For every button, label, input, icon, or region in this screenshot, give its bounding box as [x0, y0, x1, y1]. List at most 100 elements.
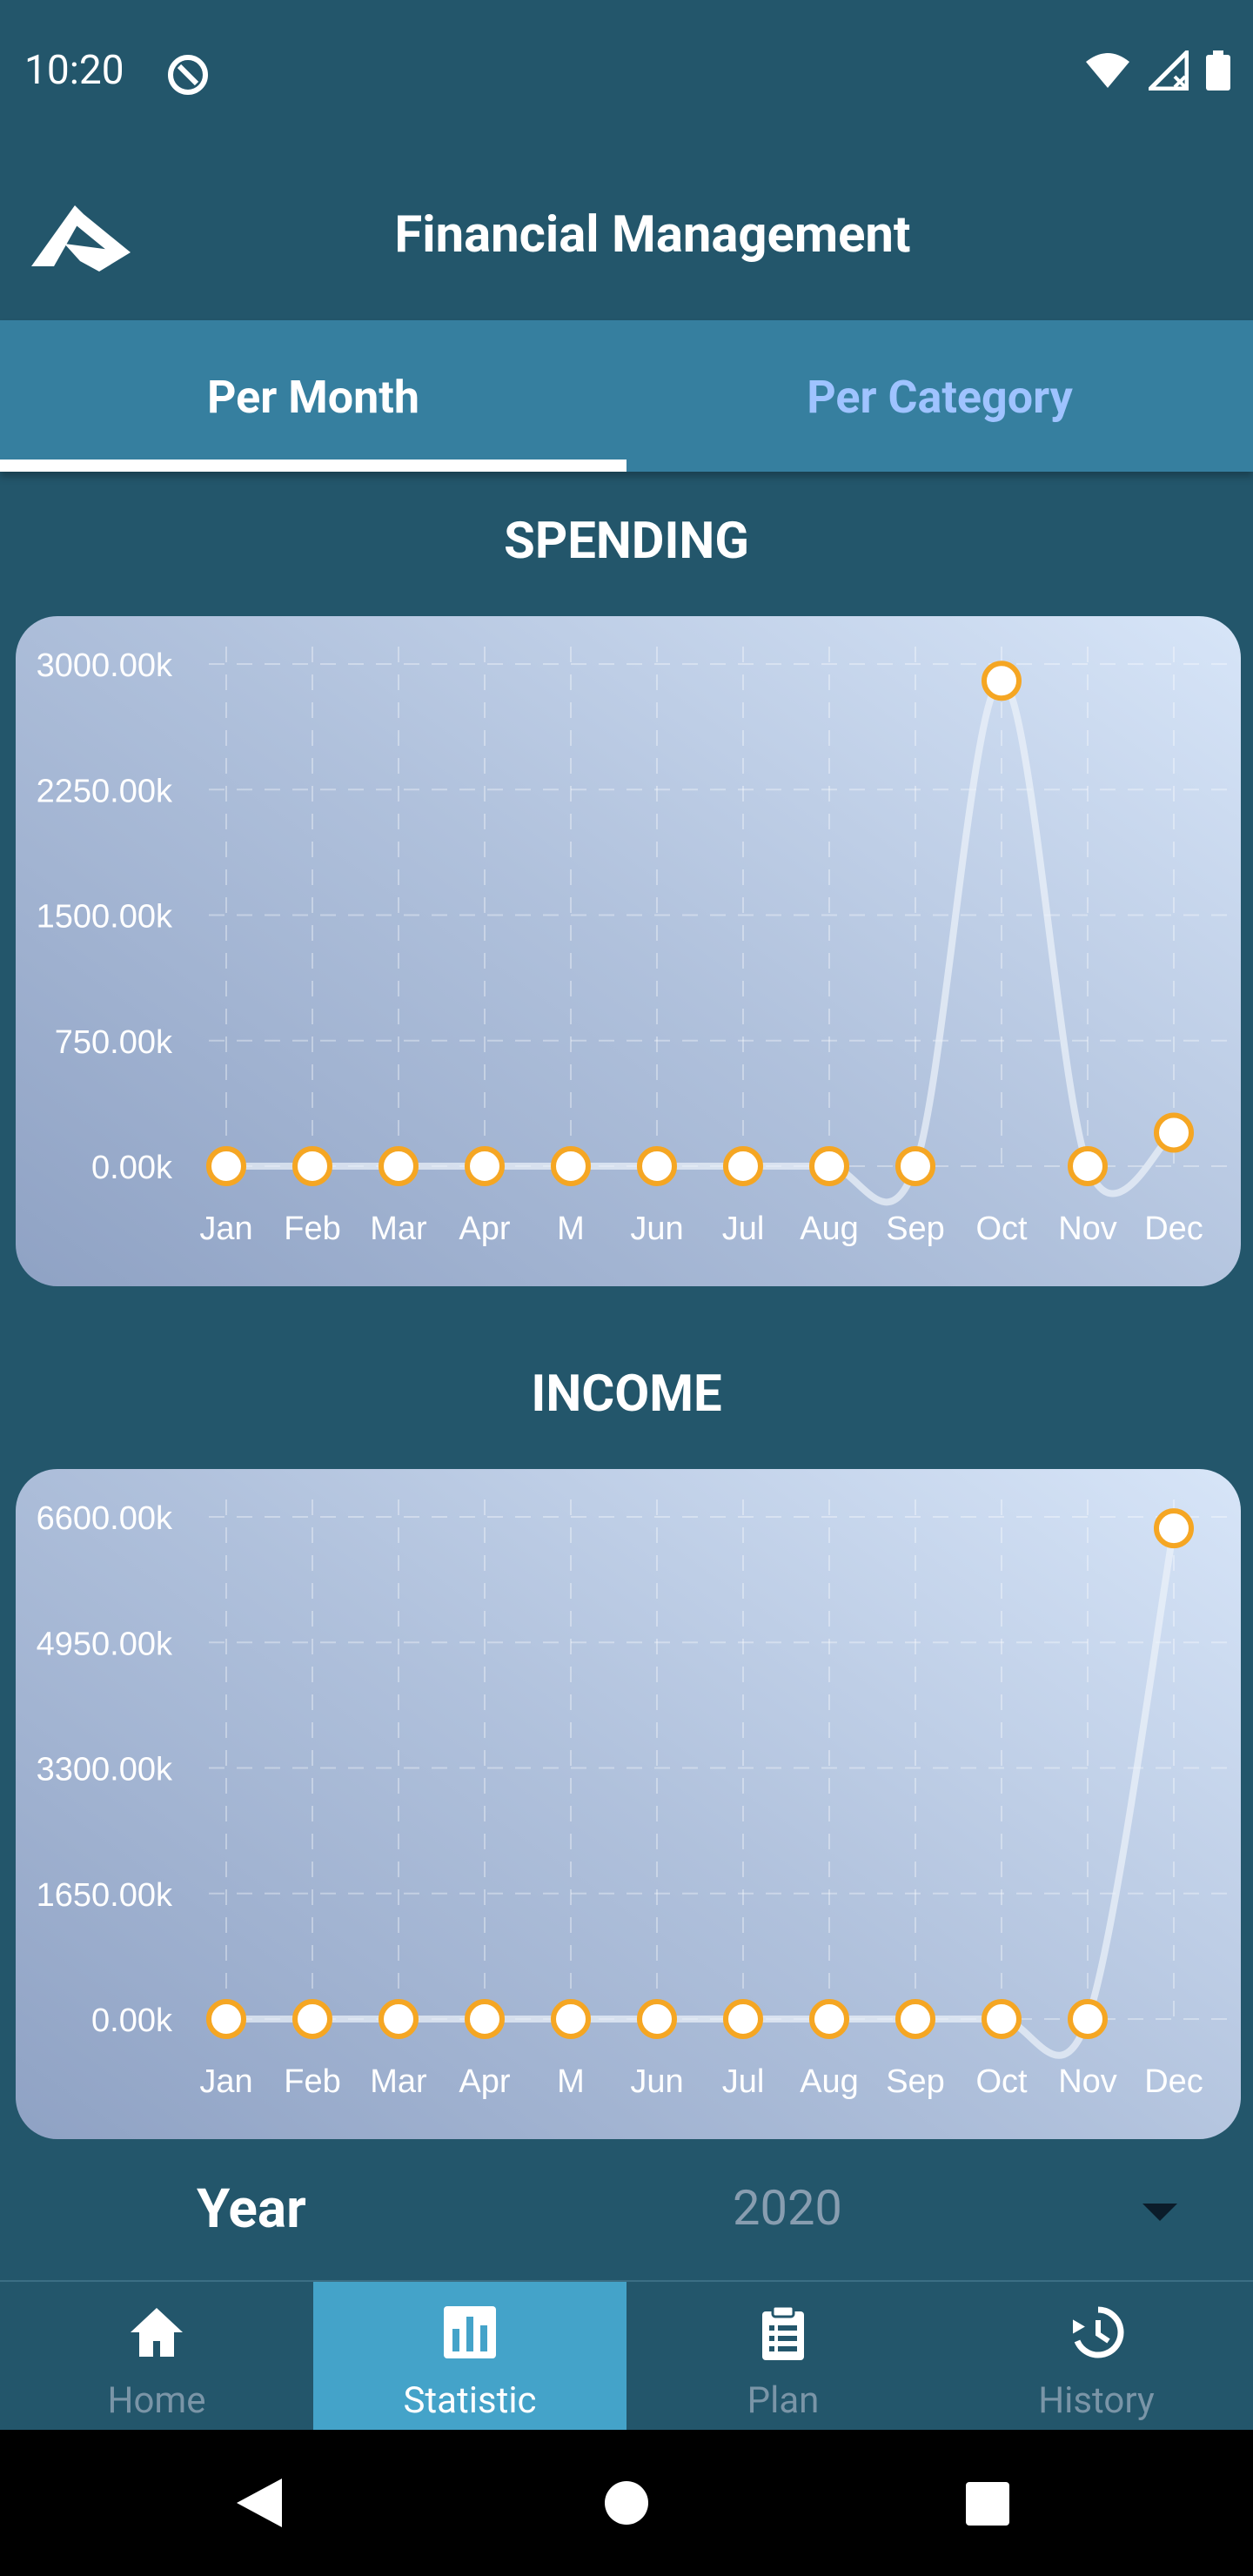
income-title: INCOME [531, 1365, 722, 1424]
nav-history-label: History [1038, 2379, 1155, 2422]
status-icons [1084, 50, 1230, 91]
spending-xtick-label: Jun [630, 1211, 683, 1247]
income-data-point[interactable] [1154, 1508, 1194, 1549]
income-series-line [225, 1527, 1177, 2059]
income-xtick-label: Oct [975, 2063, 1028, 2100]
income-xtick-label: Jul [722, 2063, 765, 2100]
nav-statistic[interactable]: Statistic [313, 2282, 626, 2432]
spending-data-point[interactable] [723, 1146, 763, 1186]
spending-xtick-label: Oct [975, 1211, 1028, 1247]
tab-indicator [0, 460, 626, 472]
spending-title: SPENDING [504, 512, 749, 571]
dropdown-arrow-icon[interactable] [1142, 2204, 1177, 2221]
spending-ytick-label: 750.00k [55, 1024, 173, 1061]
spending-data-point[interactable] [895, 1146, 935, 1186]
app-title: Financial Management [394, 205, 911, 265]
nav-home[interactable]: Home [0, 2282, 313, 2432]
spending-data-point[interactable] [292, 1146, 332, 1186]
spending-ytick-label: 3000.00k [37, 647, 173, 684]
income-data-point[interactable] [379, 1999, 419, 2039]
spending-xtick-label: Sep [886, 1211, 945, 1247]
income-data-point[interactable] [551, 1999, 591, 2039]
tab-per-month[interactable]: Per Month [0, 320, 626, 472]
sync-icon [168, 55, 208, 95]
income-data-point[interactable] [895, 1999, 935, 2039]
home-icon [131, 2308, 183, 2357]
income-data-point[interactable] [982, 1999, 1022, 2039]
clipboard-icon [762, 2304, 804, 2360]
income-xtick-label: M [557, 2063, 585, 2100]
wifi-icon [1086, 53, 1129, 88]
spending-ytick-label: 1500.00k [37, 899, 173, 936]
tab-per-category[interactable]: Per Category [626, 320, 1253, 472]
battery-icon [1206, 50, 1230, 91]
spending-xtick-label: Jul [722, 1211, 765, 1247]
spending-chart: 0.00k 750.00k 1500.00k 2250.00k 3000.00k Jan F… [37, 647, 1230, 1247]
income-data-point[interactable] [292, 1999, 332, 2039]
income-xtick-label: Feb [284, 2063, 340, 2100]
nav-plan-label: Plan [747, 2379, 820, 2422]
spending-data-point[interactable] [206, 1146, 246, 1186]
spending-data-point[interactable] [982, 661, 1022, 701]
income-data-point[interactable] [1068, 1999, 1108, 2039]
signal-icon [1149, 50, 1189, 91]
income-ytick-label: 3300.00k [37, 1752, 173, 1788]
income-ytick-label: 6600.00k [37, 1500, 173, 1537]
nav-plan[interactable]: Plan [626, 2282, 940, 2432]
spending-ytick-label: 0.00k [91, 1150, 173, 1186]
year-dropdown[interactable]: 2020 [733, 2179, 842, 2237]
spending-xtick-label: Mar [370, 1211, 427, 1247]
system-navigation-bar [0, 2430, 1253, 2576]
spending-xtick-label: Dec [1144, 1211, 1203, 1247]
spending-xtick-label: M [557, 1211, 585, 1247]
income-ytick-label: 0.00k [91, 2002, 173, 2039]
income-chart: 0.00k 1650.00k 3300.00k 4950.00k 6600.00k Jan… [37, 1499, 1230, 2100]
status-time: 10:20 [24, 47, 124, 94]
recents-icon[interactable] [964, 2480, 1011, 2527]
income-xtick-label: Nov [1058, 2063, 1117, 2100]
spending-grid [209, 647, 1230, 1175]
home-circle-icon[interactable] [602, 2479, 651, 2527]
income-data-point[interactable] [206, 1999, 246, 2039]
income-xtick-label: Jun [630, 2063, 683, 2100]
bottom-nav: Home Statistic Plan History [0, 2280, 1253, 2432]
spending-series-line [225, 677, 1176, 1206]
year-label: Year [197, 2177, 306, 2241]
spending-data-point[interactable] [1154, 1112, 1194, 1153]
nav-statistic-label: Statistic [403, 2379, 537, 2422]
spending-xtick-label: Feb [284, 1211, 340, 1247]
income-grid [209, 1499, 1230, 2028]
app-bar: Financial Management [0, 148, 1253, 322]
income-ytick-label: 1650.00k [37, 1877, 173, 1914]
income-xtick-label: Dec [1144, 2063, 1203, 2100]
income-xtick-label: Sep [886, 2063, 945, 2100]
spending-xtick-label: Aug [800, 1211, 859, 1247]
income-data-point[interactable] [637, 1999, 677, 2039]
income-ytick-label: 4950.00k [37, 1626, 173, 1662]
income-xtick-label: Mar [370, 2063, 427, 2100]
tab-bar: Per Month Per Category [0, 320, 1253, 472]
income-data-point[interactable] [809, 1999, 849, 2039]
status-bar: 10:20 [0, 0, 1253, 148]
income-data-point[interactable] [465, 1999, 505, 2039]
spending-data-point[interactable] [465, 1146, 505, 1186]
income-xtick-label: Apr [459, 2063, 510, 2100]
bar-chart-icon [444, 2306, 496, 2358]
spending-data-point[interactable] [809, 1146, 849, 1186]
spending-xtick-label: Apr [459, 1211, 510, 1247]
spending-ytick-label: 2250.00k [37, 773, 173, 809]
nav-home-label: Home [107, 2379, 206, 2422]
spending-xtick-label: Nov [1058, 1211, 1117, 1247]
income-xtick-label: Jan [199, 2063, 252, 2100]
spending-data-point[interactable] [1068, 1146, 1108, 1186]
spending-chart-card: 0.00k 750.00k 1500.00k 2250.00k 3000.00k Jan F… [16, 616, 1241, 1286]
spending-data-point[interactable] [551, 1146, 591, 1186]
spending-data-point[interactable] [637, 1146, 677, 1186]
income-data-point[interactable] [723, 1999, 763, 2039]
nav-history[interactable]: History [940, 2282, 1253, 2432]
income-xtick-label: Aug [800, 2063, 859, 2100]
history-icon [1073, 2306, 1124, 2358]
back-icon[interactable] [235, 2477, 284, 2529]
spending-xtick-label: Jan [199, 1211, 252, 1247]
spending-data-point[interactable] [379, 1146, 419, 1186]
